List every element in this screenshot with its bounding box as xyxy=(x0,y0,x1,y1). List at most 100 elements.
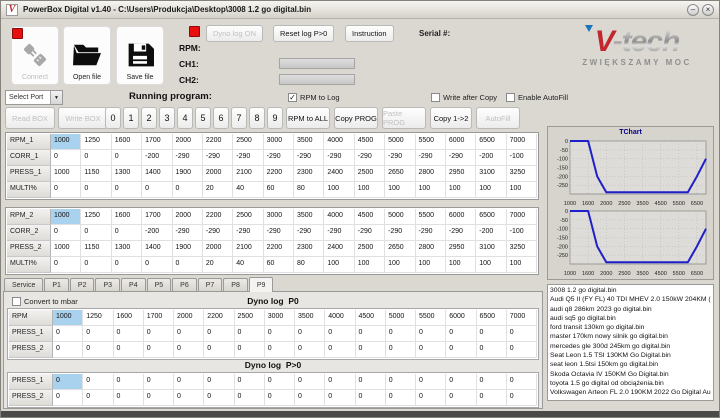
table-cell[interactable]: 0 xyxy=(142,182,173,198)
table-cell[interactable]: 1700 xyxy=(142,209,173,225)
table-cell[interactable]: -100 xyxy=(506,225,537,241)
tab-p4[interactable]: P4 xyxy=(121,278,146,292)
table-cell[interactable]: 0 xyxy=(355,342,386,358)
table-cell[interactable]: -290 xyxy=(385,150,416,166)
table-cell[interactable]: -290 xyxy=(263,225,294,241)
table-cell[interactable]: 0 xyxy=(446,390,477,406)
table-cell[interactable]: 3500 xyxy=(294,134,325,150)
table-cell[interactable]: 2000 xyxy=(202,166,234,182)
table-cell[interactable]: 2400 xyxy=(324,166,355,182)
tab-p7[interactable]: P7 xyxy=(197,278,223,292)
table-cell[interactable]: 0 xyxy=(53,342,84,358)
table-cell[interactable]: 2000 xyxy=(202,241,234,257)
program-button-1[interactable]: 1 xyxy=(123,107,139,129)
table-cell[interactable]: 0 xyxy=(506,374,537,390)
table-cell[interactable]: 0 xyxy=(113,342,144,358)
file-list-item[interactable]: 3008 1.2 go digital.bin xyxy=(550,286,711,295)
table-cell[interactable]: -290 xyxy=(385,225,416,241)
table-cell[interactable]: 80 xyxy=(294,182,325,198)
tab-p6[interactable]: P6 xyxy=(172,278,197,292)
program-button-2[interactable]: 2 xyxy=(141,107,157,129)
table-cell[interactable]: 0 xyxy=(234,390,265,406)
autofill-button[interactable]: AutoFill xyxy=(476,107,520,129)
table-cell[interactable]: 0 xyxy=(204,374,235,390)
table-cell[interactable]: -200 xyxy=(142,150,173,166)
file-list-item[interactable]: seat leon 1.5tsi 150km go digital.bin xyxy=(550,360,711,369)
table-cell[interactable]: 0 xyxy=(143,390,174,406)
table-cell[interactable]: 0 xyxy=(51,182,82,198)
table-cell[interactable]: 100 xyxy=(385,257,416,273)
table-cell[interactable]: 0 xyxy=(506,326,537,342)
table-cell[interactable]: 2650 xyxy=(385,166,416,182)
table-cell[interactable]: 5000 xyxy=(385,310,416,326)
checkbox-box[interactable] xyxy=(506,93,515,102)
table-cell[interactable]: -290 xyxy=(354,225,386,241)
table-cell[interactable]: 0 xyxy=(264,374,295,390)
table-cell[interactable]: 80 xyxy=(294,257,325,273)
table-cell[interactable]: 0 xyxy=(416,374,447,390)
close-button[interactable]: × xyxy=(702,3,714,16)
table-cell[interactable]: 0 xyxy=(476,374,507,390)
table-cell[interactable]: 1300 xyxy=(111,166,143,182)
table-cell[interactable]: 0 xyxy=(416,342,447,358)
table-cell[interactable]: 5000 xyxy=(385,134,416,150)
program-button-3[interactable]: 3 xyxy=(159,107,175,129)
table-cell[interactable]: 3000 xyxy=(264,310,295,326)
table-cell[interactable]: 20 xyxy=(202,257,234,273)
file-list-item[interactable]: Audi Q5 II (FY FL) 40 TDI MHEV 2.0 150kW… xyxy=(550,295,711,304)
table-cell[interactable]: 4000 xyxy=(324,134,355,150)
table-cell[interactable]: 3000 xyxy=(263,209,294,225)
table-cell[interactable]: 0 xyxy=(295,326,326,342)
table-cell[interactable]: -290 xyxy=(202,150,234,166)
table-cell[interactable]: 100 xyxy=(385,182,416,198)
table-cell[interactable]: 2950 xyxy=(445,241,477,257)
table-cell[interactable]: 0 xyxy=(111,150,143,166)
table-cell[interactable]: 60 xyxy=(263,257,294,273)
rpm-to-all-button[interactable]: RPM to ALL xyxy=(286,107,330,129)
table-cell[interactable]: 6000 xyxy=(445,134,477,150)
table-cell[interactable]: -290 xyxy=(354,150,386,166)
file-list-item[interactable]: master 170km nowy silnik go digital.bin xyxy=(550,332,711,341)
table-cell[interactable]: 0 xyxy=(416,326,447,342)
tab-p5[interactable]: P5 xyxy=(146,278,172,292)
table-cell[interactable]: 6000 xyxy=(446,310,477,326)
table-cell[interactable]: 2400 xyxy=(324,241,355,257)
table-cell[interactable]: 0 xyxy=(143,342,174,358)
file-list-item[interactable]: ford transit 130km go digital.bin xyxy=(550,323,711,332)
checkbox-box[interactable]: ✓ xyxy=(288,93,297,102)
table-cell[interactable]: 0 xyxy=(264,390,295,406)
table-cell[interactable]: 1700 xyxy=(142,134,173,150)
table-cell[interactable]: 0 xyxy=(446,374,477,390)
table-cell[interactable]: 0 xyxy=(174,342,205,358)
table-cell[interactable]: 0 xyxy=(476,342,507,358)
table-cell[interactable]: 7000 xyxy=(506,310,537,326)
table-cell[interactable]: 0 xyxy=(83,342,114,358)
table-cell[interactable]: 6500 xyxy=(476,209,507,225)
table-cell[interactable]: 100 xyxy=(476,257,507,273)
table-cell[interactable]: 2200 xyxy=(202,134,234,150)
enable-autofill-checkbox[interactable]: Enable AutoFill xyxy=(506,93,568,102)
table-cell[interactable]: 0 xyxy=(83,390,114,406)
table-cell[interactable]: 0 xyxy=(234,326,265,342)
table-cell[interactable]: 0 xyxy=(264,326,295,342)
instruction-button[interactable]: Instruction xyxy=(345,25,394,42)
table-cell[interactable]: 2950 xyxy=(445,166,477,182)
table-cell[interactable]: 0 xyxy=(506,342,537,358)
table-cell[interactable]: 1600 xyxy=(111,134,143,150)
table-cell[interactable]: -290 xyxy=(233,225,264,241)
table-cell[interactable]: 1900 xyxy=(172,241,203,257)
table-cell[interactable]: 4000 xyxy=(324,209,355,225)
table-cell[interactable]: 1000 xyxy=(51,209,82,225)
table-cell[interactable]: -290 xyxy=(263,150,294,166)
table-cell[interactable]: 1600 xyxy=(111,209,143,225)
table-cell[interactable]: 2200 xyxy=(263,166,294,182)
table-cell[interactable]: -200 xyxy=(476,150,507,166)
table-cell[interactable]: 4000 xyxy=(325,310,356,326)
table-cell[interactable]: 0 xyxy=(204,326,235,342)
table-cell[interactable]: 60 xyxy=(263,182,294,198)
file-list-item[interactable]: mercedes gle 300d 245km go digital.bin xyxy=(550,342,711,351)
table-cell[interactable]: 2800 xyxy=(415,241,446,257)
program-button-5[interactable]: 5 xyxy=(195,107,211,129)
table-cell[interactable]: 0 xyxy=(172,182,203,198)
table-cell[interactable]: 0 xyxy=(81,150,112,166)
